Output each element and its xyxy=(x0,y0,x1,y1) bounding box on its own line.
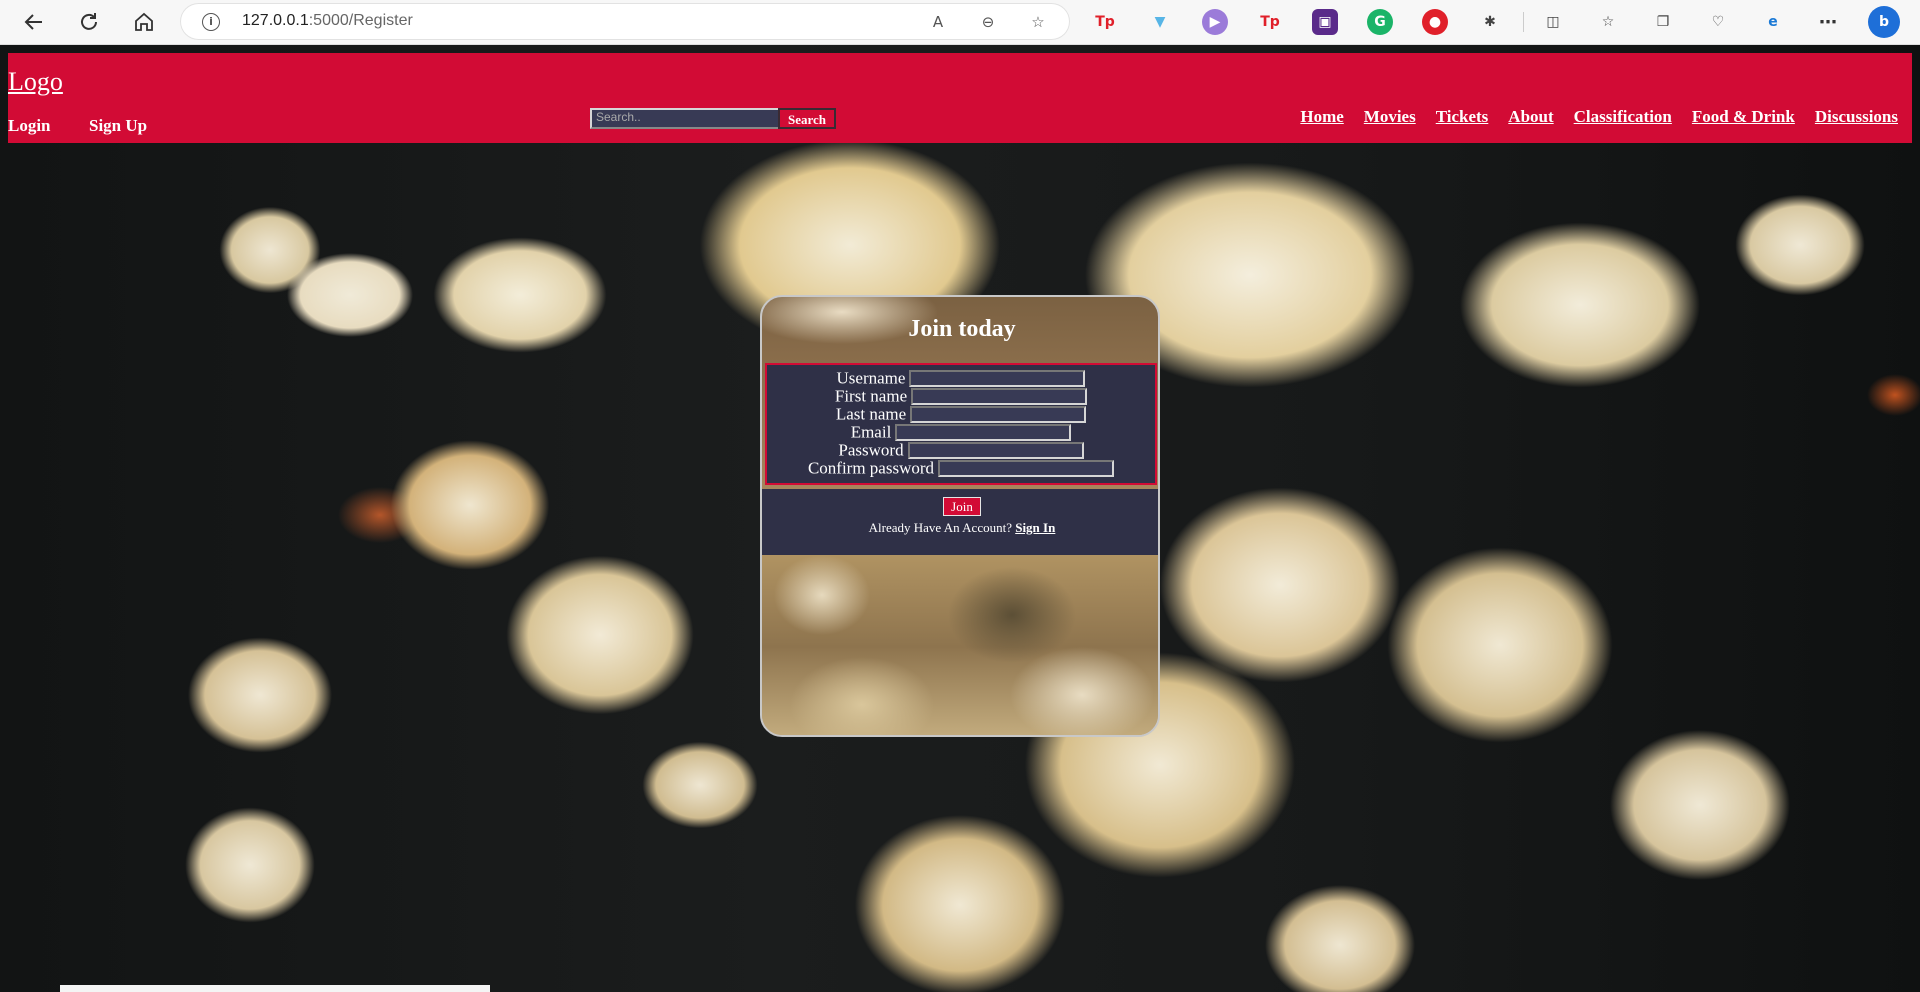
confirm-password-row: Confirm password xyxy=(767,458,1155,478)
browser-essentials-icon[interactable]: ♡ xyxy=(1705,9,1731,35)
nav-food-drink[interactable]: Food & Drink xyxy=(1692,107,1795,127)
extension-shield-icon[interactable]: ▼ xyxy=(1147,9,1173,35)
back-icon[interactable] xyxy=(18,6,50,38)
address-bar[interactable]: i 127.0.0.1:5000/Register A ⊖ ☆ xyxy=(180,3,1070,40)
login-link[interactable]: Login xyxy=(8,116,51,136)
extensions-puzzle-icon[interactable]: ✱ xyxy=(1477,9,1503,35)
refresh-icon[interactable] xyxy=(73,6,105,38)
first-name-input[interactable] xyxy=(911,388,1088,405)
favorites-icon[interactable]: ☆ xyxy=(1595,9,1621,35)
first-name-row: First name xyxy=(767,386,1155,406)
confirm-password-input[interactable] xyxy=(938,460,1115,477)
extension-purple-icon[interactable]: ▣ xyxy=(1312,9,1338,35)
nav-movies[interactable]: Movies xyxy=(1364,107,1416,127)
extension-tp2-icon[interactable]: Tp xyxy=(1257,9,1283,35)
search-placeholder: Search.. xyxy=(596,110,641,124)
card-title: Join today xyxy=(908,316,1016,342)
read-aloud-icon[interactable]: A xyxy=(928,12,948,32)
main-nav: Home Movies Tickets About Classification… xyxy=(1300,107,1898,127)
extension-play-icon[interactable]: ▶ xyxy=(1202,9,1228,35)
nav-about[interactable]: About xyxy=(1508,107,1553,127)
first-name-label: First name xyxy=(834,386,908,406)
already-account-text: Already Have An Account? Sign In xyxy=(762,520,1158,536)
password-label: Password xyxy=(838,440,904,460)
password-input[interactable] xyxy=(907,442,1084,459)
register-form: Username First name Last name Email Pass… xyxy=(765,363,1157,485)
search-button[interactable]: Search xyxy=(778,108,836,129)
form-actions: Join Already Have An Account? Sign In xyxy=(762,489,1158,555)
toolbar-divider xyxy=(1523,12,1524,32)
sign-in-link[interactable]: Sign In xyxy=(1015,520,1055,535)
nav-home[interactable]: Home xyxy=(1300,107,1343,127)
nav-tickets[interactable]: Tickets xyxy=(1436,107,1489,127)
extension-stop-icon[interactable]: ● xyxy=(1422,9,1448,35)
nav-discussions[interactable]: Discussions xyxy=(1815,107,1898,127)
register-card: Join today Username First name Last name… xyxy=(760,295,1160,737)
bing-copilot-icon[interactable]: b xyxy=(1868,6,1900,38)
card-backdrop xyxy=(762,555,1158,735)
zoom-out-icon[interactable]: ⊖ xyxy=(978,12,998,32)
site-header: Logo Login Sign Up Search.. Search Home … xyxy=(8,53,1912,143)
last-name-row: Last name xyxy=(767,404,1155,424)
bottom-strip xyxy=(60,985,490,992)
extension-grammarly-icon[interactable]: G xyxy=(1367,9,1393,35)
logo-link[interactable]: Logo xyxy=(8,67,63,97)
email-label: Email xyxy=(850,422,892,442)
username-input[interactable] xyxy=(909,370,1086,387)
last-name-label: Last name xyxy=(835,404,907,424)
url-text: 127.0.0.1:5000/Register xyxy=(242,12,413,29)
confirm-password-label: Confirm password xyxy=(807,458,935,478)
username-row: Username xyxy=(767,368,1155,388)
already-account-label: Already Have An Account? xyxy=(868,520,1012,535)
favorite-star-icon[interactable]: ☆ xyxy=(1028,12,1048,32)
signup-link[interactable]: Sign Up xyxy=(89,116,147,136)
last-name-input[interactable] xyxy=(910,406,1087,423)
email-input[interactable] xyxy=(895,424,1072,441)
split-screen-icon[interactable]: ◫ xyxy=(1540,9,1566,35)
more-menu-icon[interactable]: ⋯ xyxy=(1815,9,1841,35)
info-icon[interactable]: i xyxy=(202,13,220,31)
edge-bar-icon[interactable]: e xyxy=(1760,9,1786,35)
browser-toolbar: i 127.0.0.1:5000/Register A ⊖ ☆ Tp ▼ ▶ T… xyxy=(0,0,1920,45)
page-background: Logo Login Sign Up Search.. Search Home … xyxy=(0,45,1920,992)
extension-tp-icon[interactable]: Tp xyxy=(1092,9,1118,35)
join-button[interactable]: Join xyxy=(943,497,981,516)
email-row: Email xyxy=(767,422,1155,442)
username-label: Username xyxy=(836,368,906,388)
password-row: Password xyxy=(767,440,1155,460)
collections-icon[interactable]: ❐ xyxy=(1650,9,1676,35)
search-input[interactable]: Search.. xyxy=(590,108,780,129)
home-icon[interactable] xyxy=(128,6,160,38)
nav-classification[interactable]: Classification xyxy=(1574,107,1672,127)
